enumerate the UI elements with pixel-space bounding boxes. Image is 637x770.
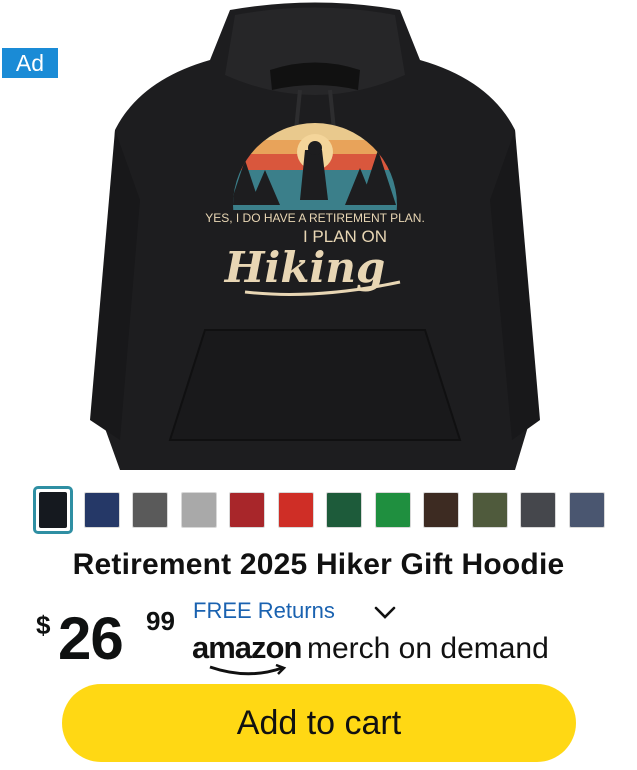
price-symbol: $ (36, 610, 51, 640)
product-title[interactable]: Retirement 2025 Hiker Gift Hoodie (0, 548, 637, 582)
color-swatch[interactable] (423, 492, 459, 528)
product-image[interactable]: YES, I DO HAVE A RETIREMENT PLAN. I PLAN… (60, 0, 570, 480)
color-swatch[interactable] (471, 492, 508, 528)
graphic-line1: YES, I DO HAVE A RETIREMENT PLAN. (205, 211, 425, 225)
merch-on-demand-text: merch on demand (307, 632, 549, 665)
chevron-down-icon[interactable] (372, 604, 398, 622)
color-swatch[interactable] (132, 492, 168, 528)
color-swatch[interactable] (83, 492, 120, 528)
price-fraction: 99 (146, 606, 175, 636)
price-whole: 26 (58, 605, 124, 672)
amazon-smile-icon (209, 664, 287, 676)
add-to-cart-button[interactable]: Add to cart (62, 684, 576, 762)
free-returns-link[interactable]: FREE Returns (193, 598, 335, 624)
color-swatches (33, 486, 608, 536)
color-swatch[interactable] (374, 492, 411, 528)
color-swatch[interactable] (520, 492, 556, 528)
color-swatch[interactable] (180, 492, 217, 528)
color-swatch[interactable] (229, 492, 265, 528)
amazon-wordmark: amazon (192, 630, 302, 665)
color-swatch[interactable] (277, 492, 314, 528)
color-swatch[interactable] (568, 492, 605, 528)
graphic-line3: Hiking (224, 243, 386, 292)
color-swatch[interactable] (326, 492, 362, 528)
color-swatch[interactable] (33, 486, 73, 534)
ad-badge: Ad (2, 48, 58, 78)
